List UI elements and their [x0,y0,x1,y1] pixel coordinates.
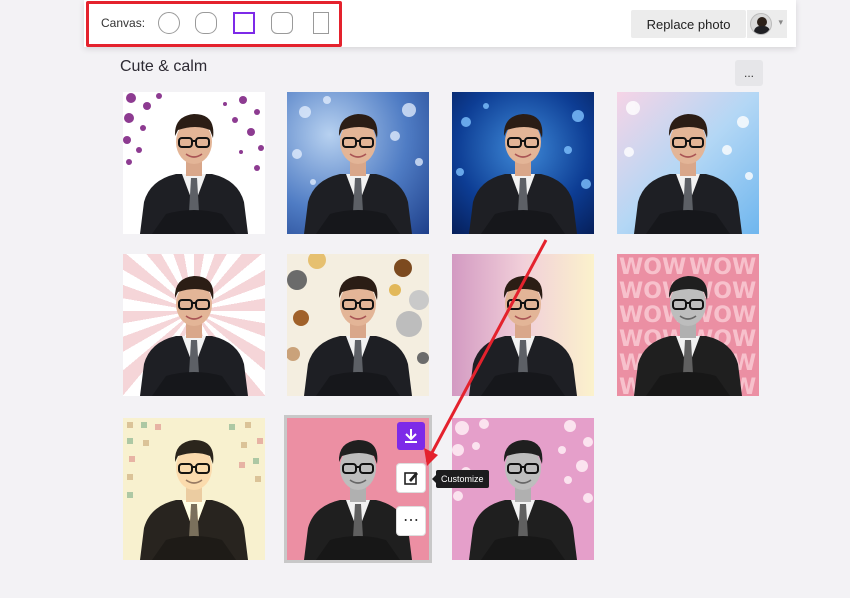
portrait-photo [136,428,252,560]
photo-style-tile[interactable] [123,254,265,396]
edit-icon [404,472,418,485]
portrait-photo [136,102,252,234]
portrait-photo [300,264,416,396]
photo-style-tile[interactable] [452,92,594,234]
avatar [750,13,772,35]
photo-style-tile[interactable]: WOWWOWWOWWOWWOWWOW WOWWOWWOWWOWWOWWOW [617,254,759,396]
section-title: Cute & calm [120,58,208,75]
customize-button[interactable] [397,464,425,492]
replace-photo-button[interactable]: Replace photo [631,10,746,38]
portrait-photo [465,264,581,396]
download-button[interactable] [397,422,425,450]
section-more-button[interactable]: ... [735,60,763,86]
photo-style-tile[interactable] [123,92,265,234]
portrait-photo [465,102,581,234]
account-menu-button[interactable]: ▾ [747,10,787,38]
download-icon [405,429,417,443]
customize-tooltip: Customize [432,470,489,488]
photo-style-tile[interactable] [123,418,265,560]
photo-style-tile[interactable] [452,418,594,560]
photo-style-tile[interactable] [287,92,429,234]
more-options-button[interactable]: ⋯ [397,507,425,535]
caret-down-icon: ▾ [778,17,783,27]
ellipsis-icon: ⋯ [403,512,419,529]
photo-style-tile[interactable] [617,92,759,234]
portrait-photo [300,102,416,234]
portrait-photo [465,428,581,560]
portrait-photo [136,264,252,396]
photo-style-tile[interactable] [452,254,594,396]
photo-style-tile[interactable] [287,254,429,396]
canvas-highlight-box [86,1,342,47]
portrait-photo [630,264,746,396]
portrait-photo [630,102,746,234]
